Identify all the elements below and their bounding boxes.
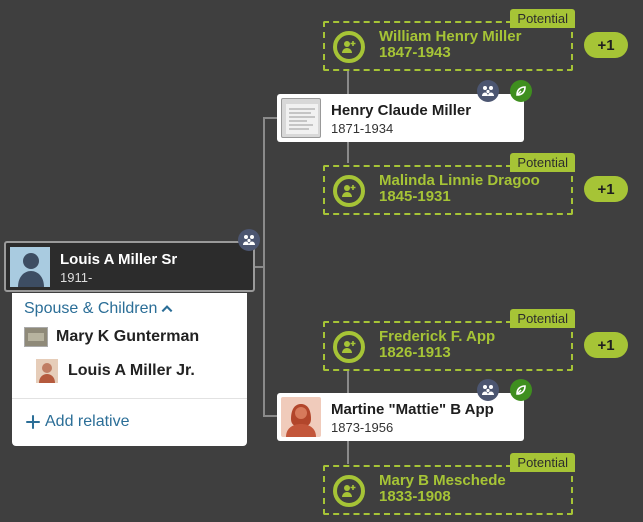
potential-name: William Henry Miller: [379, 28, 522, 45]
spouse-thumbnail: [24, 327, 48, 347]
panel-divider: [12, 398, 247, 399]
potential-dates: 1847-1943: [379, 44, 451, 61]
potential-parent-2[interactable]: Potential Malinda Linnie Dragoo 1845-193…: [323, 153, 575, 215]
potential-parent-4[interactable]: Potential Mary B Meschede 1833-1908: [323, 453, 575, 515]
add-relative-label: Add relative: [45, 413, 130, 430]
father-dates: 1871-1934: [331, 121, 394, 136]
document-thumbnail: [281, 98, 321, 138]
father-name: Henry Claude Miller: [331, 102, 472, 119]
potential-name: Frederick F. App: [379, 328, 496, 345]
potential-badge: Potential: [510, 453, 575, 472]
potential-parent-1[interactable]: Potential William Henry Miller 1847-1943: [323, 9, 575, 71]
potential-dates: 1833-1908: [379, 488, 451, 505]
potential-name: Malinda Linnie Dragoo: [379, 172, 540, 189]
potential-dates: 1845-1931: [379, 188, 451, 205]
potential-badge: Potential: [510, 153, 575, 172]
family-group-icon[interactable]: [477, 80, 499, 102]
potential-parent-3[interactable]: Potential Frederick F. App 1826-1913: [323, 309, 575, 371]
add-relative-button[interactable]: Add relative: [24, 413, 130, 431]
plus-icon: [26, 415, 40, 429]
leaf-hint-icon[interactable]: [510, 80, 532, 102]
add-person-icon: [333, 175, 365, 207]
potential-dates: 1826-1913: [379, 344, 451, 361]
potential-badge: Potential: [510, 309, 575, 328]
add-person-icon: [333, 31, 365, 63]
spouse-name: Mary K Gunterman: [56, 328, 200, 345]
mother-name: Martine "Mattie" B App: [331, 401, 494, 418]
potential-name: Mary B Meschede: [379, 472, 506, 489]
chevron-up-icon: [162, 305, 173, 313]
focus-person-name: Louis A Miller Sr: [60, 251, 178, 268]
add-person-icon: [333, 475, 365, 507]
more-potentials-button[interactable]: +1: [584, 332, 628, 358]
child-name: Louis A Miller Jr.: [68, 362, 195, 379]
spouse-row[interactable]: Mary K Gunterman: [24, 327, 199, 347]
family-group-icon[interactable]: [477, 379, 499, 401]
mother-dates: 1873-1956: [331, 420, 394, 435]
more-potentials-button[interactable]: +1: [584, 32, 628, 58]
family-group-icon[interactable]: [238, 229, 260, 251]
focus-person-card[interactable]: Louis A Miller Sr 1911-: [4, 241, 255, 292]
connector-parents-vertical: [263, 117, 265, 417]
more-potentials-button[interactable]: +1: [584, 176, 628, 202]
focus-person-dates: 1911-: [60, 270, 93, 285]
child-row[interactable]: Louis A Miller Jr.: [36, 359, 195, 383]
add-person-icon: [333, 331, 365, 363]
child-avatar: [36, 359, 58, 383]
spouse-children-label: Spouse & Children: [24, 300, 158, 317]
leaf-hint-icon[interactable]: [510, 379, 532, 401]
person-silhouette-avatar: [10, 247, 50, 287]
spouse-children-toggle[interactable]: Spouse & Children: [24, 300, 174, 318]
potential-badge: Potential: [510, 9, 575, 28]
family-panel: Spouse & Children Mary K Gunterman Louis…: [12, 293, 247, 446]
female-silhouette-avatar: [281, 397, 321, 437]
